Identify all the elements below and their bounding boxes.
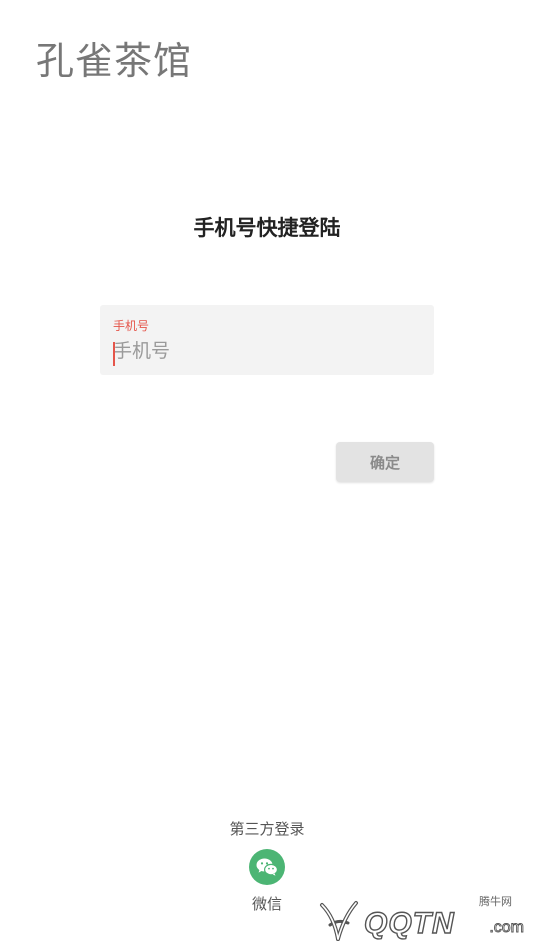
wechat-label: 微信 [251, 895, 282, 913]
wechat-login-button[interactable] [249, 849, 285, 885]
wechat-icon [256, 858, 279, 876]
phone-field-label: 手机号 [113, 319, 150, 333]
text-cursor [113, 342, 115, 366]
third-party-login-title: 第三方登录 [229, 820, 305, 838]
phone-field[interactable]: 手机号 [100, 305, 434, 375]
login-heading: 手机号快捷登陆 [193, 216, 341, 240]
watermark-com-text: .com [489, 919, 525, 937]
app-title: 孔雀茶馆 [36, 39, 193, 83]
phone-input[interactable] [113, 338, 413, 364]
confirm-button[interactable]: 确定 [336, 442, 434, 482]
